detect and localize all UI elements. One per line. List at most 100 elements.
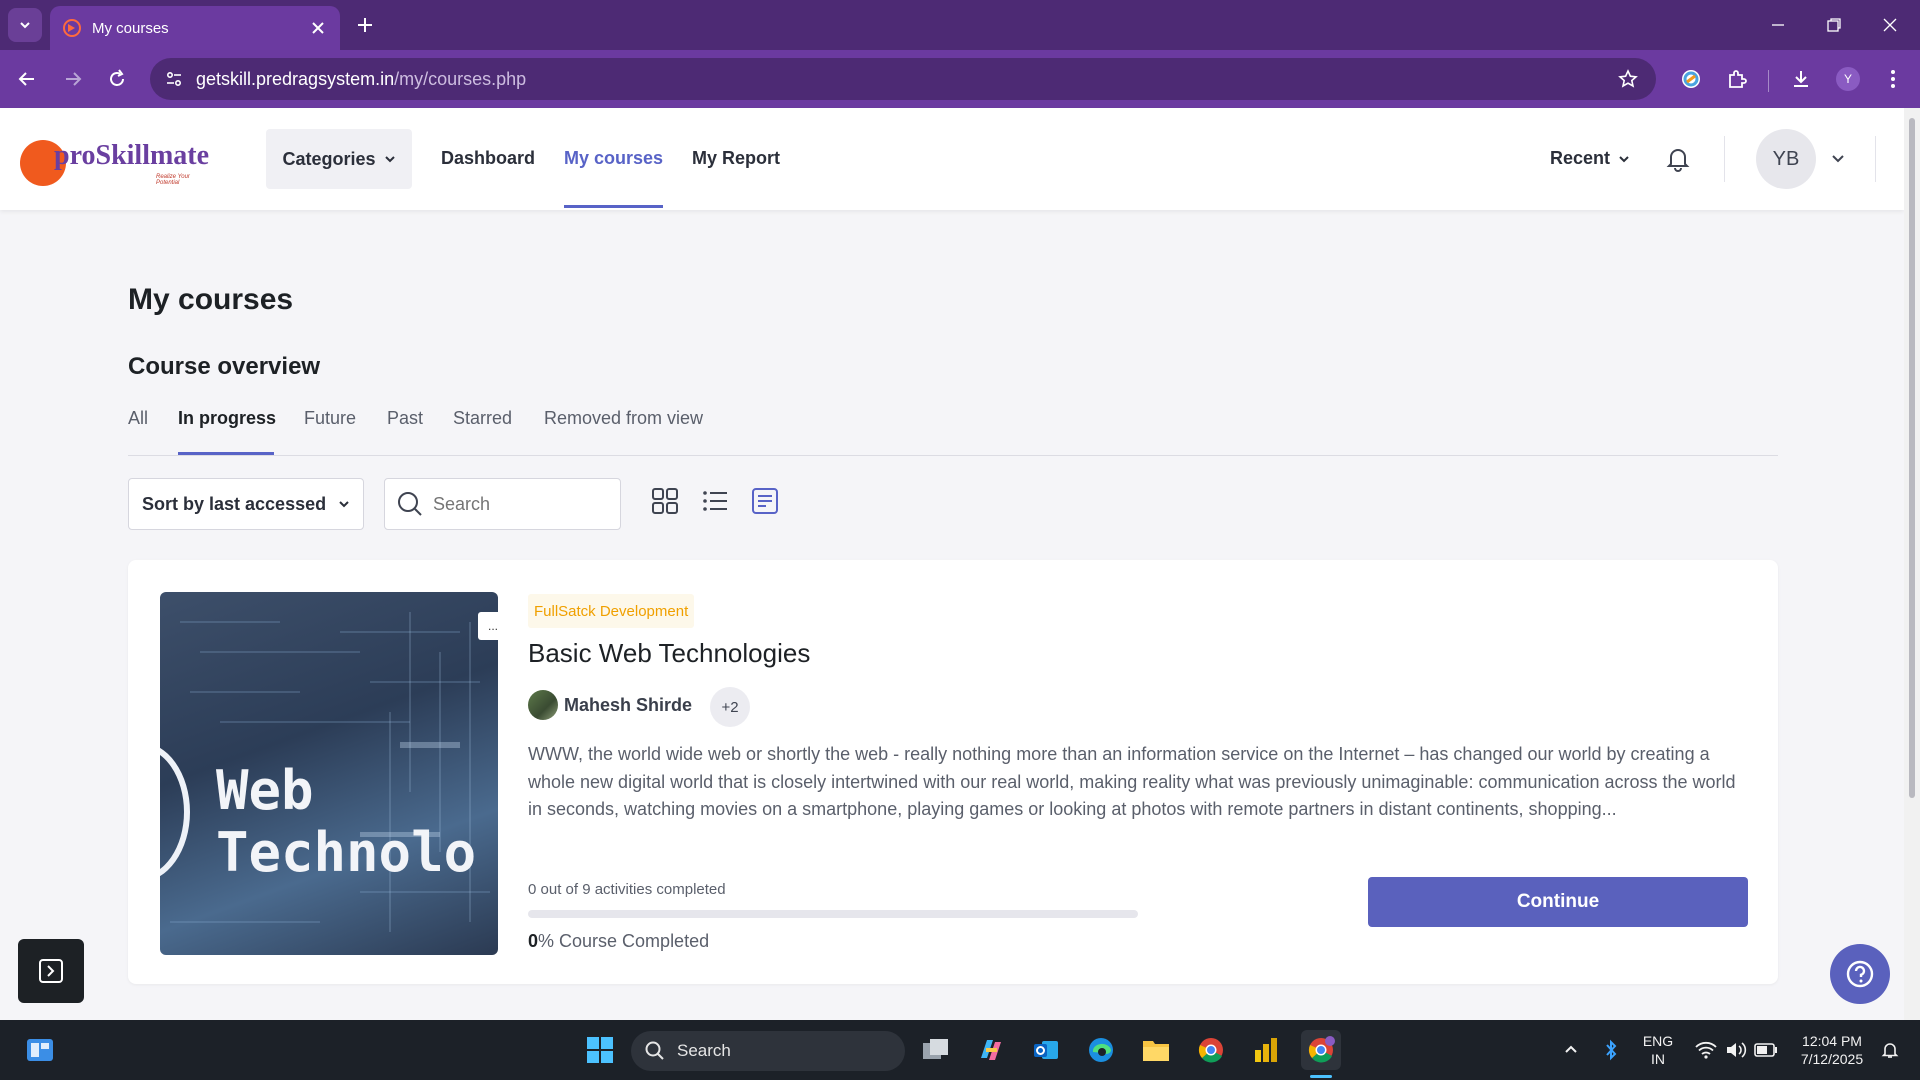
battery-icon[interactable] xyxy=(1746,1030,1786,1070)
nav-my-courses[interactable]: My courses xyxy=(564,148,663,169)
continue-button[interactable]: Continue xyxy=(1368,877,1748,927)
reload-icon xyxy=(110,69,124,86)
chevron-down-icon xyxy=(1619,155,1629,162)
help-button[interactable] xyxy=(1830,944,1890,1004)
question-icon xyxy=(1846,960,1874,988)
search-input[interactable] xyxy=(433,493,603,515)
extension-colorful-icon[interactable] xyxy=(1676,64,1706,94)
close-window-button[interactable] xyxy=(1862,0,1918,50)
close-tab-icon[interactable] xyxy=(308,18,328,38)
search-icon xyxy=(398,492,422,516)
profile-avatar: Y xyxy=(1836,67,1860,91)
clock[interactable]: 12:04 PM 7/12/2025 xyxy=(1792,1032,1872,1068)
open-drawer-icon xyxy=(39,959,63,983)
tab-search-button[interactable] xyxy=(8,8,42,42)
course-image[interactable]: Web Technolo ... xyxy=(160,592,498,955)
tab-in-progress[interactable]: In progress xyxy=(178,408,276,429)
browser-tabstrip: My courses xyxy=(0,0,1920,50)
page-scrollbar[interactable] xyxy=(1904,108,1920,1020)
new-tab-button[interactable] xyxy=(352,12,378,38)
sort-label: Sort by last accessed xyxy=(142,493,327,514)
extensions-puzzle-icon[interactable] xyxy=(1722,64,1752,94)
nav-my-report[interactable]: My Report xyxy=(692,148,780,169)
minimize-button[interactable] xyxy=(1750,0,1806,50)
tab-all[interactable]: All xyxy=(128,408,148,429)
logo-text: proSkillmate xyxy=(54,140,210,171)
notification-center-icon[interactable] xyxy=(1870,1030,1910,1070)
arrow-left-icon xyxy=(18,72,34,86)
chrome-icon[interactable] xyxy=(1191,1030,1231,1070)
restore-icon xyxy=(1827,18,1841,32)
teacher-name: Mahesh Shirde xyxy=(564,694,693,715)
user-menu-chevron-down-icon[interactable] xyxy=(1828,149,1848,169)
browser-toolbar: getskill.predragsystem.in/my/courses.php… xyxy=(0,50,1920,108)
outlook-icon[interactable] xyxy=(1026,1030,1066,1070)
reload-button[interactable] xyxy=(100,62,134,96)
url-text: getskill.predragsystem.in/my/courses.php xyxy=(196,69,526,90)
categories-dropdown[interactable]: Categories xyxy=(266,129,412,189)
toolbar-divider xyxy=(1768,70,1769,92)
user-avatar[interactable]: YB xyxy=(1756,129,1816,189)
language-indicator[interactable]: ENG IN xyxy=(1638,1032,1678,1068)
site-logo[interactable]: proSkillmate Realize Your Potential xyxy=(20,134,210,188)
card-view-grid-icon[interactable] xyxy=(650,486,680,516)
windows-taskbar: Search ENG IN 12:04 PM 7/12/2025 xyxy=(0,1020,1920,1080)
edge-icon[interactable] xyxy=(1081,1030,1121,1070)
language-code: ENG xyxy=(1642,1033,1674,1049)
summary-view-icon[interactable] xyxy=(750,486,780,516)
browser-tab-active[interactable]: My courses xyxy=(50,6,340,50)
start-windows-icon[interactable] xyxy=(580,1030,620,1070)
recent-dropdown[interactable]: Recent xyxy=(1550,148,1630,169)
chevron-down-icon xyxy=(339,501,349,508)
notifications-bell-icon[interactable] xyxy=(1664,145,1692,173)
course-menu-button[interactable]: ... xyxy=(478,612,498,640)
tabs-divider xyxy=(128,455,1778,456)
section-title: Course overview xyxy=(128,353,321,380)
tab-future[interactable]: Future xyxy=(304,408,356,429)
browser-menu-icon[interactable] xyxy=(1878,64,1908,94)
categories-label: Categories xyxy=(282,148,376,169)
course-title[interactable]: Basic Web Technologies xyxy=(528,638,810,669)
teacher-avatar xyxy=(528,690,558,720)
site-header: proSkillmate Realize Your Potential Cate… xyxy=(0,108,1904,210)
address-bar[interactable]: getskill.predragsystem.in/my/courses.php xyxy=(150,58,1656,100)
clock-date: 7/12/2025 xyxy=(1800,1051,1864,1067)
back-button[interactable] xyxy=(10,62,44,96)
copilot-icon[interactable] xyxy=(971,1030,1011,1070)
show-hidden-icons-chevron-up-icon[interactable] xyxy=(1551,1030,1591,1070)
downloads-icon[interactable] xyxy=(1786,64,1816,94)
profile-button[interactable]: Y xyxy=(1833,64,1863,94)
completion-percent: 0 xyxy=(528,931,539,951)
file-explorer-icon[interactable] xyxy=(1136,1030,1176,1070)
more-teachers-badge[interactable]: +2 xyxy=(710,687,750,727)
drawer-toggle-button[interactable] xyxy=(18,939,84,1003)
bookmark-star-icon[interactable] xyxy=(1616,67,1640,91)
site-info-icon[interactable] xyxy=(162,67,186,91)
tab-starred[interactable]: Starred xyxy=(453,408,512,429)
nav-dashboard[interactable]: Dashboard xyxy=(441,148,535,169)
course-card: Web Technolo ... FullSatck Development Ba… xyxy=(128,560,1778,984)
tab-past[interactable]: Past xyxy=(387,408,423,429)
sort-dropdown[interactable]: Sort by last accessed xyxy=(128,478,364,530)
chrome-profile-icon[interactable] xyxy=(1301,1030,1341,1070)
power-bi-icon[interactable] xyxy=(1246,1030,1286,1070)
scrollbar-thumb[interactable] xyxy=(1909,118,1915,798)
arrow-right-icon xyxy=(66,72,82,86)
list-view-icon[interactable] xyxy=(700,486,730,516)
course-image-text: Web Technolo xyxy=(216,759,477,884)
header-divider xyxy=(1724,136,1725,182)
taskbar-search[interactable]: Search xyxy=(631,1031,905,1071)
forward-button[interactable] xyxy=(56,62,90,96)
course-description: WWW, the world wide web or shortly the w… xyxy=(528,744,1736,819)
recent-label: Recent xyxy=(1550,148,1611,168)
search-icon xyxy=(645,1041,664,1060)
course-search-box[interactable] xyxy=(384,478,621,530)
tab-removed-from-view[interactable]: Removed from view xyxy=(544,408,703,429)
course-teacher[interactable]: Mahesh Shirde xyxy=(528,690,692,720)
widgets-icon[interactable] xyxy=(20,1030,60,1070)
restore-button[interactable] xyxy=(1806,0,1862,50)
bluetooth-icon[interactable] xyxy=(1591,1030,1631,1070)
task-view-icon[interactable] xyxy=(916,1030,956,1070)
region-code: IN xyxy=(1651,1051,1665,1067)
tab-active-indicator xyxy=(178,452,274,455)
